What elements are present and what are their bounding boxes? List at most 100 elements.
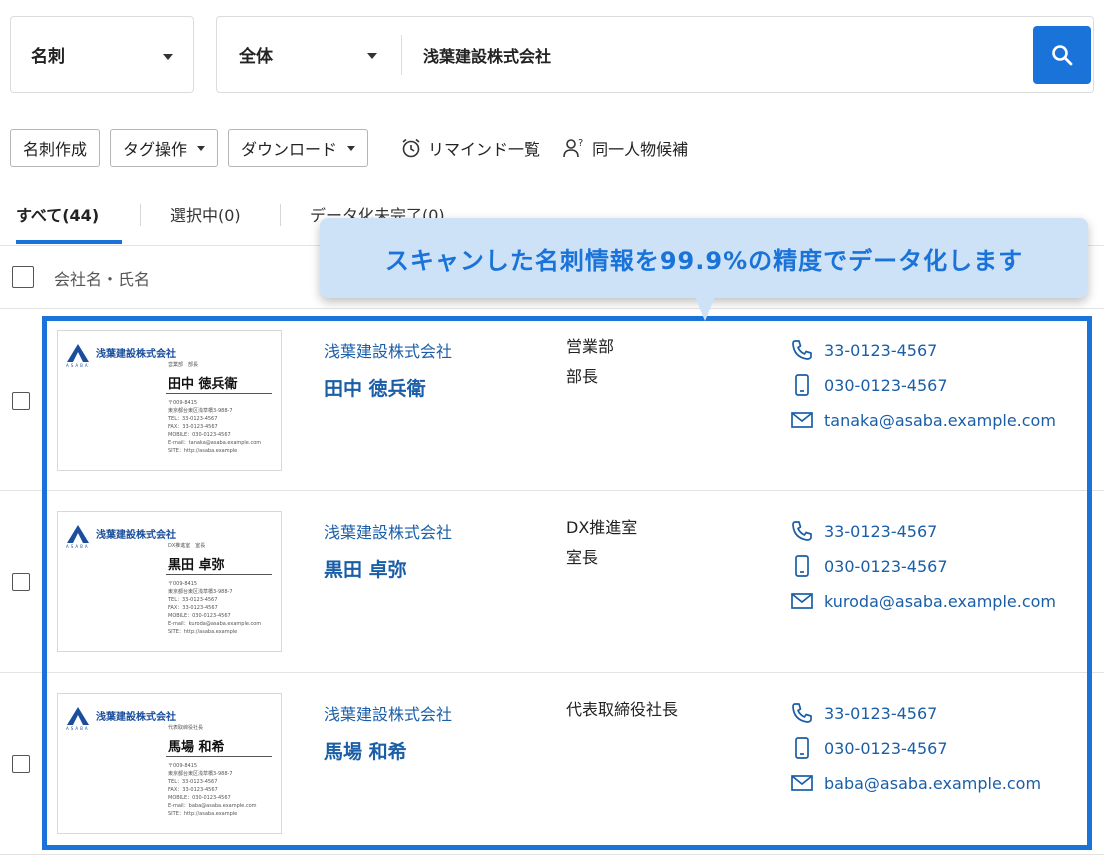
mobile-link[interactable]: 030-0123-4567 xyxy=(790,373,948,397)
card-tel: TEL：33-0123-4567 xyxy=(168,779,218,785)
department: 代表取締役社長 xyxy=(566,695,678,725)
job-title: 部長 xyxy=(566,367,599,386)
mobile-link[interactable]: 030-0123-4567 xyxy=(790,554,948,578)
department: DX推進室 室長 xyxy=(566,513,637,573)
tag-operation-button[interactable]: タグ操作 xyxy=(110,129,219,167)
feature-tooltip: スキャンした名刺情報を99.9%の精度でデータ化します xyxy=(320,218,1088,298)
phone-icon xyxy=(792,340,812,360)
card-company: 浅葉建設株式会社 xyxy=(96,530,176,541)
company-link[interactable]: 浅葉建設株式会社 xyxy=(324,701,452,725)
card-postal: 〒009-8415 xyxy=(168,763,198,769)
email-link[interactable]: tanaka@asaba.example.com xyxy=(790,408,1056,432)
department-name: DX推進室 xyxy=(566,518,638,537)
search-divider xyxy=(401,35,402,75)
active-tab-indicator xyxy=(16,240,122,244)
search-icon xyxy=(1052,45,1073,66)
card-tel: TEL：33-0123-4567 xyxy=(168,416,218,422)
row-checkbox[interactable] xyxy=(12,755,30,773)
card-address: 東京都台東区浅草橋3-988-7 xyxy=(168,771,233,777)
tab-divider xyxy=(280,204,281,226)
card-fax: FAX：33-0123-4567 xyxy=(168,605,218,611)
row-checkbox[interactable] xyxy=(12,573,30,591)
email-link[interactable]: baba@asaba.example.com xyxy=(790,771,1041,795)
create-card-label: 名刺作成 xyxy=(23,140,88,159)
alarm-clock-icon xyxy=(402,138,420,158)
company-logo-icon xyxy=(67,344,89,362)
card-postal: 〒009-8415 xyxy=(168,400,198,406)
tag-operation-label: タグ操作 xyxy=(123,140,188,159)
company-logo-icon xyxy=(67,525,89,543)
card-mobile: MOBILE：030-0123-4567 xyxy=(168,795,231,801)
card-divider xyxy=(166,393,272,394)
chevron-down-icon xyxy=(367,53,377,59)
card-address: 東京都台東区浅草橋3-988-7 xyxy=(168,589,233,595)
table-row[interactable]: ASABA 浅葉建設株式会社 DX推進室 室長 黒田 卓弥 〒009-8415 … xyxy=(0,491,1104,673)
type-select-label: 名刺 xyxy=(31,47,65,67)
mail-icon xyxy=(791,412,813,428)
person-name-link[interactable]: 田中 徳兵衛 xyxy=(324,374,426,401)
mobile-phone-icon xyxy=(795,374,809,396)
tab-divider xyxy=(140,204,141,226)
scope-select-label: 全体 xyxy=(239,47,273,67)
select-all-checkbox[interactable] xyxy=(12,266,34,288)
email-address: baba@asaba.example.com xyxy=(824,773,1042,793)
search-input[interactable] xyxy=(423,39,983,71)
card-email: E-mail：kuroda@asaba.example.com xyxy=(168,621,262,627)
row-checkbox[interactable] xyxy=(12,392,30,410)
mobile-phone-icon xyxy=(795,555,809,577)
download-label: ダウンロード xyxy=(241,140,338,159)
chevron-down-icon xyxy=(347,145,356,151)
search-button[interactable] xyxy=(1033,26,1091,84)
card-postal: 〒009-8415 xyxy=(168,581,198,587)
card-company: 浅葉建設株式会社 xyxy=(96,349,176,360)
create-card-button[interactable]: 名刺作成 xyxy=(10,129,101,167)
scope-select[interactable]: 全体 xyxy=(217,17,401,92)
card-name: 馬場 和希 xyxy=(168,740,225,755)
card-site: SITE：http://asaba.example xyxy=(168,629,238,635)
download-button[interactable]: ダウンロード xyxy=(228,129,369,167)
table-row[interactable]: ASABA 浅葉建設株式会社 営業部 部長 田中 徳兵衛 〒009-8415 東… xyxy=(0,310,1104,491)
card-fax: FAX：33-0123-4567 xyxy=(168,424,218,430)
tab-all[interactable]: すべて(44) xyxy=(16,202,99,226)
company-link[interactable]: 浅葉建設株式会社 xyxy=(324,338,452,362)
tooltip-pointer xyxy=(695,297,715,321)
phone-link[interactable]: 33-0123-4567 xyxy=(790,701,937,725)
type-select[interactable]: 名刺 xyxy=(10,16,194,93)
phone-number: 33-0123-4567 xyxy=(824,340,938,360)
business-card-thumbnail[interactable]: ASABA 浅葉建設株式会社 DX推進室 室長 黒田 卓弥 〒009-8415 … xyxy=(57,511,282,652)
business-card-thumbnail[interactable]: ASABA 浅葉建設株式会社 代表取締役社長 馬場 和希 〒009-8415 東… xyxy=(57,693,282,834)
reminder-list-link[interactable]: リマインド一覧 xyxy=(400,136,540,160)
mobile-number: 030-0123-4567 xyxy=(824,556,948,576)
toolbar: 名刺作成 タグ操作 ダウンロード リマインド一覧 ? 同一人物候補 xyxy=(10,128,688,168)
svg-text:?: ? xyxy=(578,138,583,149)
card-mobile: MOBILE：030-0123-4567 xyxy=(168,613,231,619)
duplicate-candidates-label: 同一人物候補 xyxy=(592,140,689,159)
duplicate-candidates-link[interactable]: ? 同一人物候補 xyxy=(562,136,688,160)
mobile-link[interactable]: 030-0123-4567 xyxy=(790,736,948,760)
person-name-link[interactable]: 黒田 卓弥 xyxy=(324,555,407,582)
chevron-down-icon xyxy=(163,54,173,60)
reminder-list-label: リマインド一覧 xyxy=(428,140,541,159)
company-link[interactable]: 浅葉建設株式会社 xyxy=(324,519,452,543)
person-name-link[interactable]: 馬場 和希 xyxy=(324,737,407,764)
card-details: 〒009-8415 東京都台東区浅草橋3-988-7 TEL：33-0123-4… xyxy=(168,580,261,636)
card-company: 浅葉建設株式会社 xyxy=(96,712,176,723)
table-row[interactable]: ASABA 浅葉建設株式会社 代表取締役社長 馬場 和希 〒009-8415 東… xyxy=(0,673,1104,855)
job-title: 室長 xyxy=(566,548,599,567)
card-email: E-mail：tanaka@asaba.example.com xyxy=(168,440,262,446)
mobile-number: 030-0123-4567 xyxy=(824,738,948,758)
phone-link[interactable]: 33-0123-4567 xyxy=(790,519,937,543)
card-dept: DX推進室 室長 xyxy=(168,543,206,549)
mail-icon xyxy=(791,593,813,609)
email-link[interactable]: kuroda@asaba.example.com xyxy=(790,589,1056,613)
phone-number: 33-0123-4567 xyxy=(824,703,938,723)
card-mobile: MOBILE：030-0123-4567 xyxy=(168,432,231,438)
card-brand: ASABA xyxy=(66,363,90,368)
tab-selected[interactable]: 選択中(0) xyxy=(170,202,241,226)
business-card-thumbnail[interactable]: ASABA 浅葉建設株式会社 営業部 部長 田中 徳兵衛 〒009-8415 東… xyxy=(57,330,282,471)
phone-icon xyxy=(792,521,812,541)
card-email: E-mail：baba@asaba.example.com xyxy=(168,803,257,809)
email-address: kuroda@asaba.example.com xyxy=(824,591,1057,611)
department-name: 営業部 xyxy=(566,337,615,356)
phone-link[interactable]: 33-0123-4567 xyxy=(790,338,937,362)
